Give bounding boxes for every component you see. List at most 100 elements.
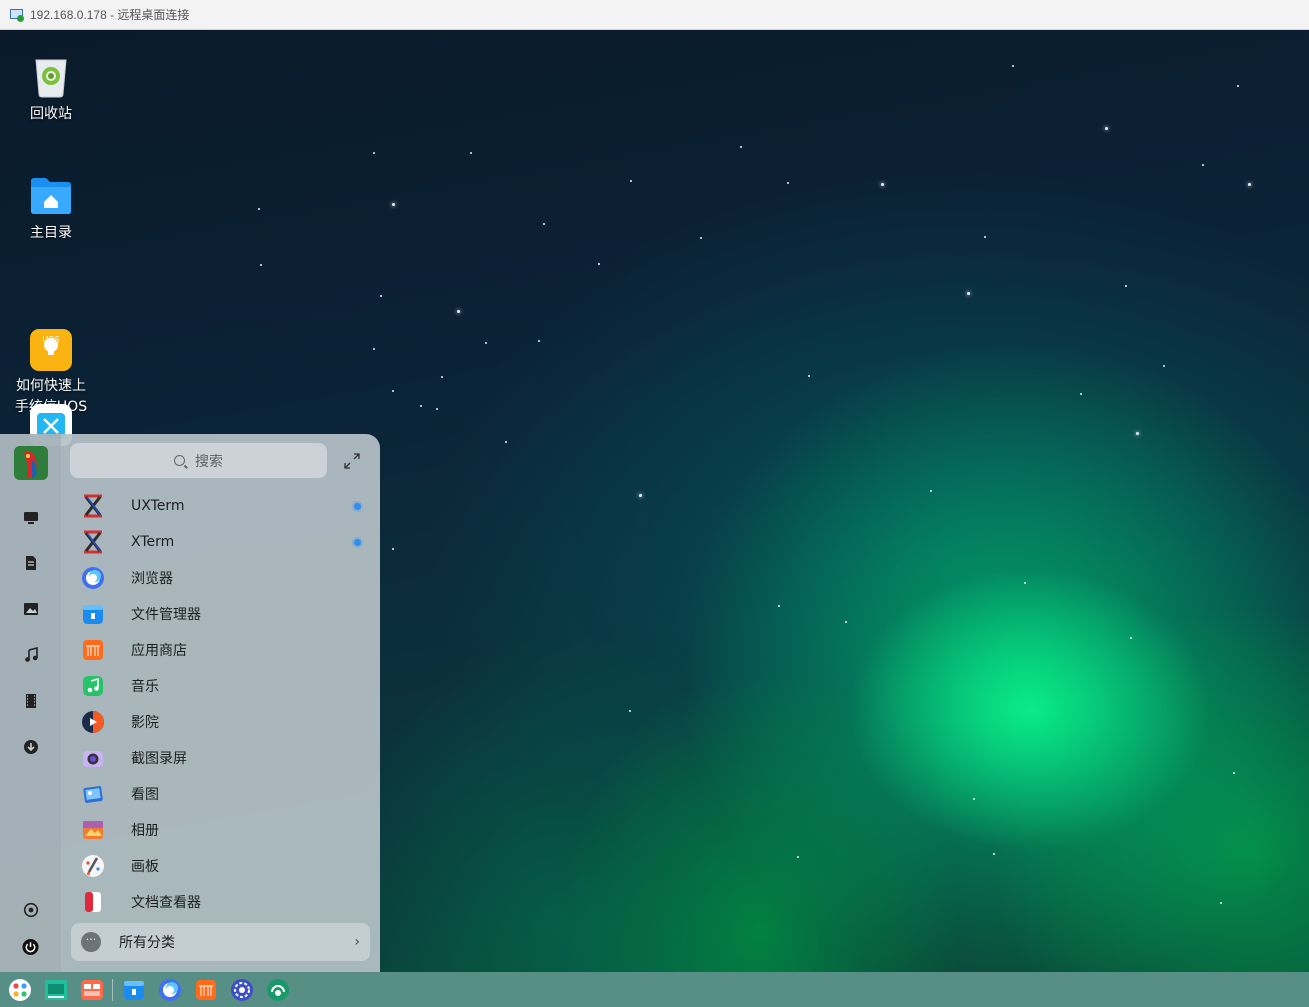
app-item-browser[interactable]: 浏览器 bbox=[70, 560, 370, 596]
app-item-uxterm[interactable]: UXTerm bbox=[70, 488, 370, 524]
music-app-icon bbox=[81, 674, 105, 698]
app-label: 影院 bbox=[131, 715, 159, 731]
app-label: 文档查看器 bbox=[131, 895, 201, 911]
star bbox=[457, 310, 460, 313]
star bbox=[505, 441, 507, 443]
taskbar bbox=[0, 972, 1309, 1007]
star bbox=[630, 180, 632, 182]
app-item-screenshot[interactable]: 截图录屏 bbox=[70, 740, 370, 776]
star bbox=[1248, 183, 1251, 186]
star bbox=[740, 146, 742, 148]
downloads-icon[interactable] bbox=[22, 738, 39, 755]
app-label: 相册 bbox=[131, 823, 159, 839]
star bbox=[973, 798, 975, 800]
screenshot-icon bbox=[81, 746, 105, 770]
all-categories-button[interactable]: ··· 所有分类 › bbox=[71, 923, 370, 961]
star bbox=[984, 236, 986, 238]
uos-badge: UOS bbox=[42, 335, 60, 344]
app-label: XTerm bbox=[131, 534, 175, 550]
star bbox=[420, 405, 422, 407]
fullscreen-expand-icon[interactable] bbox=[343, 452, 361, 470]
app-list: UXTerm XTerm 浏览器 文件管理器 应用商店 音乐 影院 截图录屏 看… bbox=[70, 488, 370, 920]
uxterm-icon bbox=[81, 494, 105, 518]
browser-icon[interactable] bbox=[158, 978, 182, 1002]
launcher-panel[interactable]: 搜索 UXTerm XTerm 浏览器 文件管理器 应用商店 音乐 影院 截图录… bbox=[0, 434, 380, 972]
star bbox=[845, 621, 847, 623]
launcher-icon[interactable] bbox=[8, 978, 32, 1002]
avatar[interactable] bbox=[14, 446, 48, 480]
app-item-music[interactable]: 音乐 bbox=[70, 668, 370, 704]
home-folder-icon bbox=[29, 175, 73, 219]
app-item-movie[interactable]: 影院 bbox=[70, 704, 370, 740]
app-item-document-viewer[interactable]: 文档查看器 bbox=[70, 884, 370, 920]
search-input[interactable]: 搜索 bbox=[70, 443, 327, 478]
star bbox=[1125, 285, 1127, 287]
star bbox=[1012, 65, 1014, 67]
trash-icon bbox=[29, 56, 73, 100]
app-label: 画板 bbox=[131, 859, 159, 875]
chevron-right-icon: › bbox=[354, 934, 360, 950]
workspace-icon[interactable] bbox=[80, 978, 104, 1002]
file-manager-icon[interactable] bbox=[122, 978, 146, 1002]
file-manager-icon bbox=[81, 602, 105, 626]
star bbox=[778, 605, 780, 607]
app-item-file-manager[interactable]: 文件管理器 bbox=[70, 596, 370, 632]
app-item-album[interactable]: 相册 bbox=[70, 812, 370, 848]
videos-icon[interactable] bbox=[22, 692, 39, 709]
window-title: 192.168.0.178 - 远程桌面连接 bbox=[30, 8, 190, 22]
control-center-icon[interactable] bbox=[230, 978, 254, 1002]
desktop-icon-label: 主目录 bbox=[30, 225, 72, 241]
uos-guide-icon: UOS bbox=[29, 307, 73, 371]
computer-icon[interactable] bbox=[22, 509, 39, 526]
star bbox=[1220, 902, 1222, 904]
star bbox=[639, 494, 642, 497]
app-label: UXTerm bbox=[131, 498, 185, 514]
all-categories-label: 所有分类 bbox=[119, 935, 175, 951]
pictures-icon[interactable] bbox=[22, 600, 39, 617]
settings-icon[interactable] bbox=[22, 901, 39, 918]
app-label: 音乐 bbox=[131, 679, 159, 695]
star bbox=[993, 853, 995, 855]
star bbox=[700, 237, 702, 239]
star bbox=[373, 152, 375, 154]
star bbox=[543, 223, 545, 225]
documents-icon[interactable] bbox=[22, 554, 39, 571]
desktop-icon-home[interactable]: 主目录 bbox=[6, 175, 96, 244]
music-icon[interactable] bbox=[22, 646, 39, 663]
remote-assist-icon[interactable] bbox=[266, 978, 290, 1002]
more-icon: ··· bbox=[81, 932, 101, 952]
search-placeholder: 搜索 bbox=[195, 453, 223, 470]
app-item-image-viewer[interactable]: 看图 bbox=[70, 776, 370, 812]
star bbox=[392, 390, 394, 392]
xterm-icon bbox=[81, 530, 105, 554]
app-item-app-store[interactable]: 应用商店 bbox=[70, 632, 370, 668]
app-item-draw[interactable]: 画板 bbox=[70, 848, 370, 884]
star bbox=[1233, 772, 1235, 774]
desktop-icon-label: 回收站 bbox=[30, 106, 72, 122]
star bbox=[485, 342, 487, 344]
star bbox=[967, 292, 970, 295]
draw-icon bbox=[81, 854, 105, 878]
taskbar-separator bbox=[112, 978, 113, 1001]
app-label: 看图 bbox=[131, 787, 159, 803]
new-app-dot bbox=[354, 539, 361, 546]
star bbox=[797, 856, 799, 858]
launcher-sidebar bbox=[0, 434, 61, 972]
new-app-dot bbox=[354, 503, 361, 510]
star bbox=[436, 408, 438, 410]
app-item-xterm[interactable]: XTerm bbox=[70, 524, 370, 560]
app-label: 应用商店 bbox=[131, 643, 187, 659]
app-label: 浏览器 bbox=[131, 571, 173, 587]
app-store-icon[interactable] bbox=[194, 978, 218, 1002]
multitask-view-icon[interactable] bbox=[44, 978, 68, 1002]
power-icon[interactable] bbox=[22, 938, 39, 955]
window-titlebar[interactable]: 192.168.0.178 - 远程桌面连接 bbox=[0, 0, 1309, 30]
star bbox=[1105, 127, 1108, 130]
desktop-icon-trash[interactable]: 回收站 bbox=[6, 56, 96, 125]
star bbox=[258, 208, 260, 210]
star bbox=[1024, 582, 1026, 584]
star bbox=[1136, 432, 1139, 435]
star bbox=[1202, 164, 1204, 166]
star bbox=[538, 340, 540, 342]
star bbox=[380, 295, 382, 297]
